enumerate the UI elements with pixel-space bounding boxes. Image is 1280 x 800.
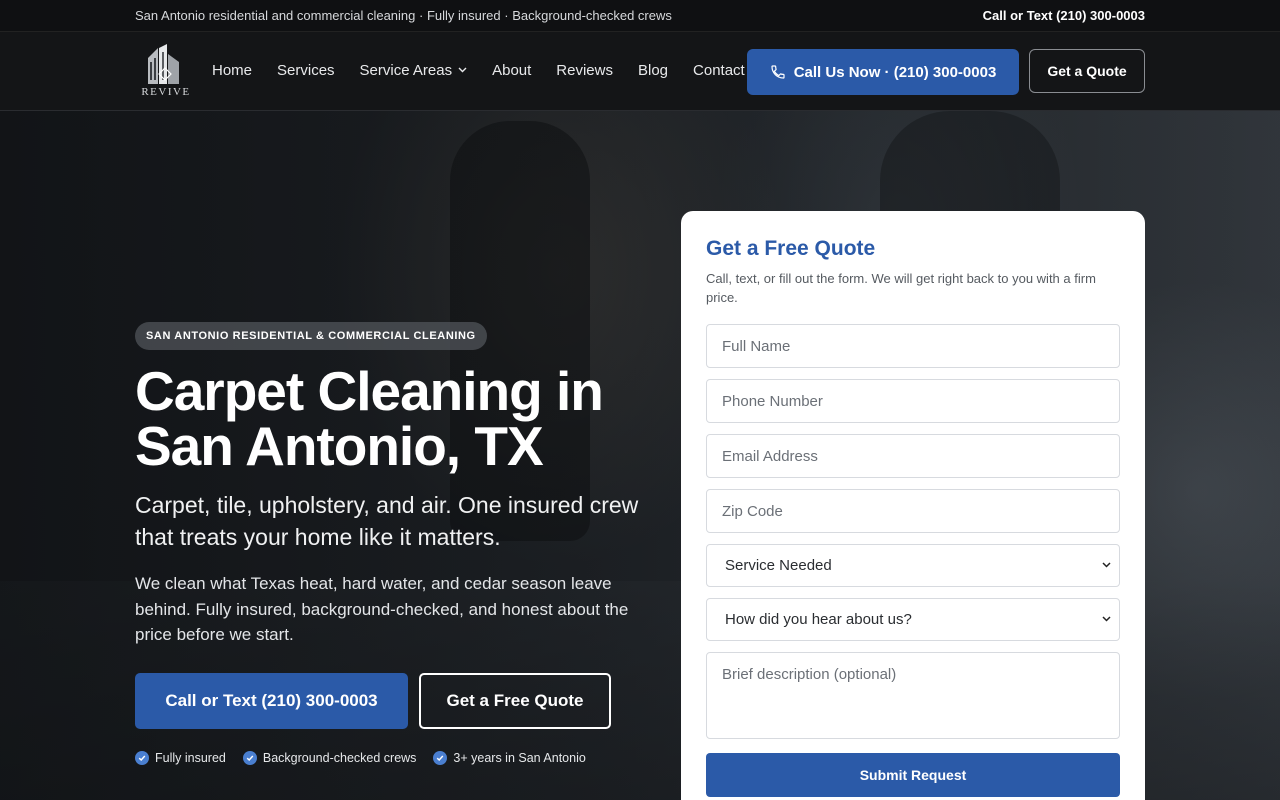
hero-subtitle: Carpet, tile, upholstery, and air. One i… (135, 492, 639, 550)
check-circle-icon (433, 751, 448, 765)
svg-text:REVIVE: REVIVE (141, 86, 190, 98)
hero-badge: SAN ANTONIO RESIDENTIAL & COMMERCIAL CLE… (135, 322, 487, 350)
nav-link-services[interactable]: Services (277, 62, 335, 79)
revive-logo[interactable]: REVIVE (135, 44, 197, 100)
full-name-field[interactable]: Full Name (706, 324, 1120, 368)
top-bar: San Antonio residential and commercial c… (0, 0, 1280, 32)
hero-section: SAN ANTONIO RESIDENTIAL & COMMERCIAL CLE… (0, 111, 1280, 800)
quote-form-card: Get a Free Quote Call, text, or fill out… (681, 211, 1145, 800)
nav-link-blog[interactable]: Blog (638, 62, 668, 79)
email-address-field[interactable]: Email Address (706, 434, 1120, 478)
call-us-now-button[interactable]: Call Us Now · (210) 300-0003 (747, 49, 1019, 95)
service-needed-value: Service Needed (725, 557, 832, 574)
nav-link-reviews[interactable]: Reviews (556, 62, 613, 79)
referral-source-select[interactable]: How did you hear about us? (706, 598, 1120, 641)
top-bar-phone-link[interactable]: Call or Text (210) 300-0003 (983, 8, 1145, 23)
zip-code-field[interactable]: Zip Code (706, 489, 1120, 533)
nav-link-home[interactable]: Home (212, 62, 252, 79)
trust-item: Background-checked crews (242, 751, 417, 765)
nav-link-service-areas-label: Service Areas (359, 62, 453, 79)
check-circle-icon (242, 751, 257, 765)
trust-item-label: Background-checked crews (262, 751, 417, 765)
call-or-text-button[interactable]: Call or Text (210) 300-0003 (135, 673, 408, 729)
description-textarea[interactable]: Brief description (optional) (706, 652, 1120, 739)
service-needed-select[interactable]: Service Needed (706, 544, 1120, 587)
chevron-down-icon (1102, 560, 1111, 571)
trust-item: Fully insured (135, 751, 226, 765)
quote-form-subtitle: Call, text, or fill out the form. We wil… (706, 271, 1096, 305)
nav-link-service-areas[interactable]: Service Areas (360, 62, 468, 79)
phone-number-field[interactable]: Phone Number (706, 379, 1120, 423)
hero-paragraph: We clean what Texas heat, hard water, an… (135, 574, 629, 644)
chevron-down-icon (458, 65, 467, 76)
submit-request-button[interactable]: Submit Request (706, 753, 1120, 797)
quote-form-title: Get a Free Quote (706, 237, 876, 260)
call-us-now-label: Call Us Now · (210) 300-0003 (793, 63, 997, 81)
referral-source-value: How did you hear about us? (725, 611, 912, 628)
get-free-quote-button[interactable]: Get a Free Quote (419, 673, 611, 729)
logo-icon: REVIVE (141, 44, 190, 98)
top-bar-tagline: San Antonio residential and commercial c… (135, 8, 672, 23)
main-navigation: REVIVE Home Services Service Areas About… (0, 32, 1280, 111)
nav-links: Home Services Service Areas About Review… (212, 62, 770, 79)
trust-badges: Fully insured Background-checked crews 3… (135, 751, 603, 765)
nav-link-about[interactable]: About (492, 62, 531, 79)
trust-item-label: 3+ years in San Antonio (453, 751, 586, 765)
trust-item: 3+ years in San Antonio (433, 751, 586, 765)
check-circle-icon (135, 751, 149, 765)
nav-link-contact[interactable]: Contact (693, 62, 745, 79)
trust-item-label: Fully insured (155, 751, 226, 765)
phone-icon (770, 64, 786, 80)
chevron-down-icon (1102, 614, 1111, 625)
hero-title: Carpet Cleaning in San Antonio, TX (135, 360, 604, 477)
get-a-quote-button[interactable]: Get a Quote (1029, 49, 1145, 93)
